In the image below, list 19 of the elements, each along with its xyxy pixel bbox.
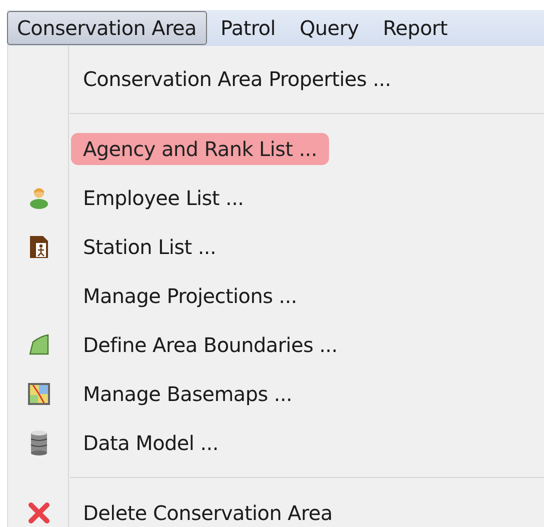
menu-title[interactable]: Patrol — [210, 11, 286, 45]
menu-item[interactable]: Delete Conservation Area — [71, 496, 344, 527]
delete-icon — [28, 502, 50, 524]
menu-item[interactable]: Agency and Rank List ... — [71, 132, 330, 164]
menu-item[interactable]: Manage Projections ... — [71, 280, 309, 312]
menu-item[interactable]: Define Area Boundaries ... — [71, 328, 350, 360]
station-icon — [28, 234, 48, 258]
menu-item[interactable]: Manage Basemaps ... — [71, 378, 304, 410]
menu-item[interactable]: Station List ... — [71, 230, 228, 262]
menu-item[interactable]: Data Model ... — [71, 426, 230, 458]
menu-title[interactable]: Conservation Area — [7, 11, 207, 45]
menu-title[interactable]: Query — [290, 11, 369, 45]
map-icon — [26, 382, 50, 406]
database-icon — [28, 430, 48, 456]
polygon-icon — [26, 332, 50, 356]
menu-item[interactable]: Employee List ... — [71, 182, 256, 214]
menu-item[interactable]: Conservation Area Properties ... — [71, 62, 403, 94]
menu-title[interactable]: Report — [372, 11, 458, 45]
person-icon — [28, 186, 48, 208]
